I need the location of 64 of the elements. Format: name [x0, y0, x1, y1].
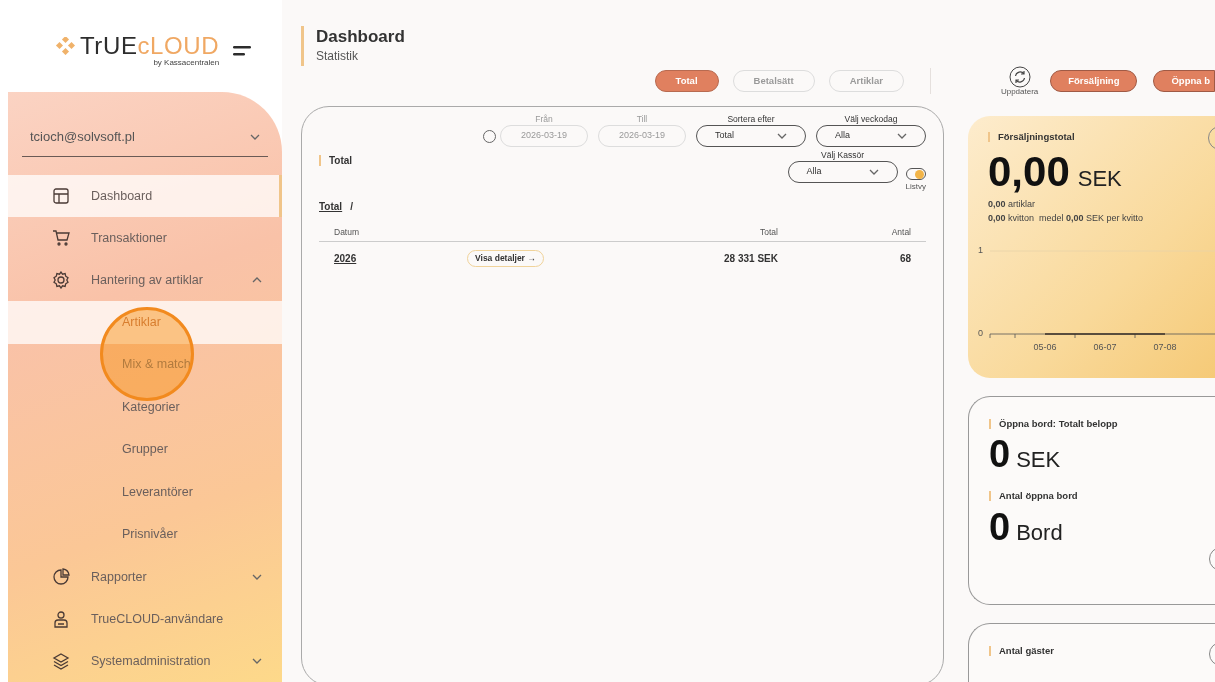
panel-title: Total — [329, 153, 353, 168]
stat-line: 0,00 artiklar — [988, 198, 1037, 212]
field-label: Välj veckodag — [844, 113, 898, 125]
layout-icon — [52, 187, 70, 205]
year-link[interactable]: 2026 — [334, 250, 467, 266]
chevron-icon — [868, 169, 879, 175]
card-title: Öppna bord: Totalt belopp — [999, 417, 1118, 431]
account-dropdown[interactable]: tcioch@solvsoft.pl — [22, 117, 268, 157]
cart-icon — [52, 229, 70, 247]
column-header: Total — [759, 226, 778, 239]
table-cell-text: 28 331 SEK — [723, 251, 778, 266]
refresh-icon[interactable] — [1008, 66, 1031, 88]
chevron-icon — [250, 133, 260, 140]
nav-item[interactable]: Dashboard — [8, 175, 282, 217]
stat-line: 0,00 kvitton medel 0,00 SEK per kvitto — [988, 211, 1145, 225]
metric-value: 0 — [989, 432, 1011, 478]
logo-byline: by Kassacentralen — [153, 56, 220, 69]
column-header: Antal — [890, 226, 911, 239]
axis-tick-label: 06-07 — [1093, 342, 1117, 353]
view-tab[interactable]: Total — [654, 70, 719, 92]
nav-item[interactable]: Systemadministration — [8, 640, 282, 682]
nav-subitem[interactable]: Grupper — [8, 428, 282, 471]
logo-mark-icon — [55, 36, 77, 55]
section-button[interactable]: Öppna b — [1153, 70, 1215, 92]
gear-icon — [52, 271, 70, 289]
breadcrumb-link[interactable]: Total — [319, 199, 343, 214]
axis-tick-label: 05-06 — [1033, 342, 1057, 353]
logo: TrUEcLOUD — [80, 33, 220, 58]
axis-tick-label: 1 — [978, 245, 983, 256]
nav-item[interactable]: Rapporter — [8, 556, 282, 598]
page-title: Dashboard — [316, 26, 405, 48]
column-header: Datum — [334, 226, 361, 239]
amount-value: 0,00 — [988, 148, 1070, 197]
unit-label: Bord — [1016, 518, 1063, 547]
metric-value: 0 — [989, 504, 1011, 550]
field-label: Till — [636, 113, 648, 125]
toggle-label: Listvy — [905, 181, 926, 193]
menu-icon[interactable] — [233, 46, 252, 56]
nav-item[interactable]: Transaktioner — [8, 217, 282, 259]
nav-subitem[interactable]: Prisnivåer — [8, 513, 282, 556]
table-cell-text: 68 — [898, 251, 911, 266]
axis-tick-label: 07-08 — [1153, 342, 1177, 353]
nav-item[interactable]: Hantering av artiklar — [8, 259, 282, 301]
chevron-icon — [897, 133, 907, 139]
field-label: Välj Kassör — [821, 149, 865, 161]
pie-chart-icon — [52, 568, 70, 586]
axis-tick-label: 0 — [978, 328, 983, 339]
nav-subitem[interactable]: Leverantörer — [8, 471, 282, 514]
section-button[interactable]: Försäljning — [1050, 70, 1138, 92]
nav-item[interactable]: TrueCLOUD-användare — [8, 598, 282, 640]
card-title: Antal gäster — [999, 644, 1054, 658]
card-title: Antal öppna bord — [999, 489, 1078, 504]
field-label: Sortera efter — [727, 113, 775, 125]
field-label: Från — [535, 113, 553, 125]
currency-label: SEK — [1077, 165, 1122, 194]
card-title: Försäljningstotal — [998, 130, 1075, 144]
unit-label: SEK — [1016, 446, 1061, 475]
chevron-icon — [777, 133, 787, 139]
refresh-label: Uppdatera — [1000, 88, 1039, 96]
nav-subitem[interactable]: Kategorier — [8, 386, 282, 429]
page-subtitle: Statistik — [316, 48, 359, 66]
layers-icon — [52, 652, 70, 670]
breadcrumb-separator: / — [350, 200, 353, 214]
user-icon — [52, 610, 70, 628]
